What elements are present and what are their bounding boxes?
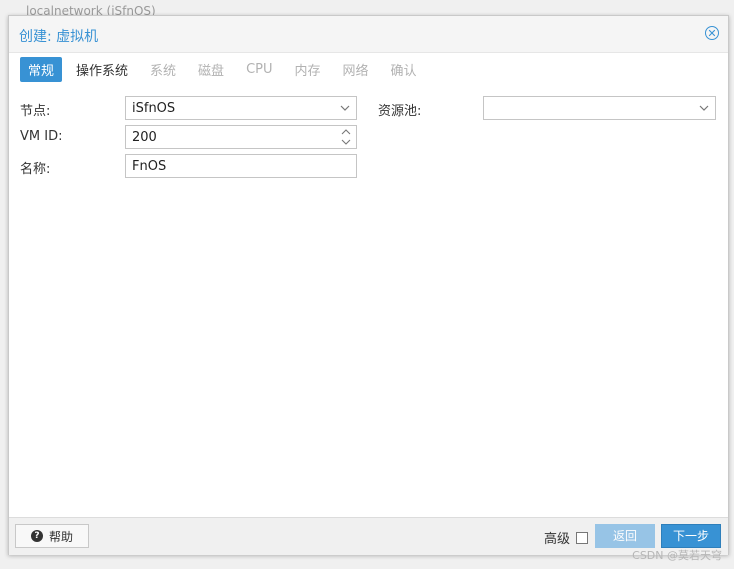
spinner-arrows-icon[interactable]	[341, 127, 351, 147]
wizard-tabs: 常规 操作系统 系统 磁盘 CPU 内存 网络 确认	[20, 56, 431, 82]
question-icon: ?	[30, 530, 43, 542]
node-select[interactable]: iSfnOS	[125, 96, 357, 120]
tab-cpu: CPU	[246, 61, 273, 77]
dialog-title: 创建: 虚拟机	[19, 29, 99, 45]
node-label: 节点:	[20, 104, 51, 119]
pool-row: 资源池:	[378, 96, 718, 120]
node-value: iSfnOS	[132, 101, 176, 116]
vmid-input[interactable]: 200	[125, 125, 357, 149]
back-button[interactable]: 返回	[595, 524, 655, 548]
help-button[interactable]: ? 帮助	[15, 524, 89, 548]
close-icon[interactable]: ✕	[705, 26, 719, 40]
tab-os[interactable]: 操作系统	[68, 57, 136, 82]
vmid-row: VM ID: 200	[20, 125, 360, 149]
next-button[interactable]: 下一步	[661, 524, 721, 548]
chevron-down-icon	[340, 105, 350, 111]
watermark: CSDN @莫若天穹	[632, 549, 722, 562]
node-row: 节点: iSfnOS	[20, 96, 360, 120]
tab-general[interactable]: 常规	[20, 56, 63, 82]
pool-select[interactable]	[483, 96, 716, 120]
name-value: FnOS	[132, 159, 167, 174]
tab-system: 系统	[150, 63, 177, 79]
advanced-label: 高级	[544, 532, 571, 547]
vmid-label: VM ID:	[20, 129, 63, 144]
name-label: 名称:	[20, 162, 51, 177]
advanced-toggle: 高级	[544, 528, 589, 547]
dialog-titlebar: 创建: 虚拟机 ✕	[9, 16, 728, 53]
tab-confirm: 确认	[390, 63, 417, 79]
pool-label: 资源池:	[378, 104, 422, 119]
tab-network: 网络	[342, 63, 369, 79]
vmid-value: 200	[132, 130, 157, 145]
dialog-footer: ? 帮助 高级 返回 下一步	[9, 517, 728, 555]
tab-disk: 磁盘	[198, 63, 225, 79]
advanced-checkbox[interactable]	[576, 531, 589, 544]
create-vm-dialog: 创建: 虚拟机 ✕ 常规 操作系统 系统 磁盘 CPU 内存 网络 确认 节点:…	[8, 15, 729, 555]
help-label: 帮助	[48, 529, 73, 544]
tab-memory: 内存	[294, 63, 321, 79]
name-input[interactable]: FnOS	[125, 154, 357, 178]
name-row: 名称: FnOS	[20, 154, 360, 178]
chevron-down-icon	[699, 105, 709, 111]
